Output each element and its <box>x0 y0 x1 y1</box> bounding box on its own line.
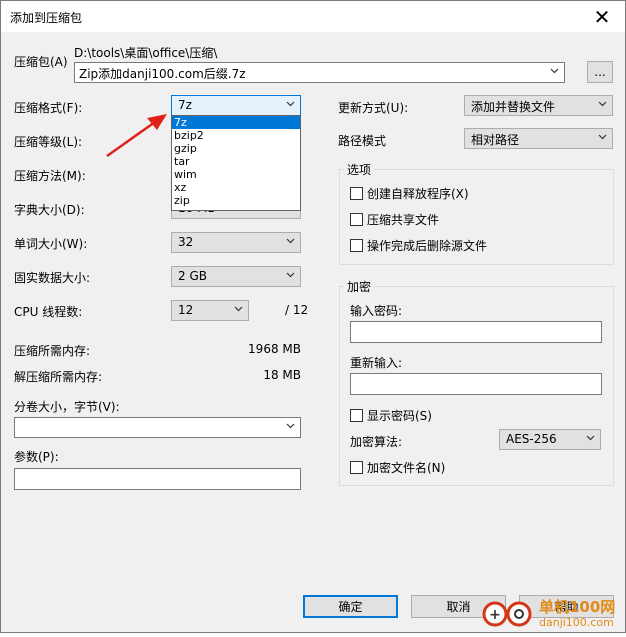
level-label: 压缩等级(L): <box>14 135 83 149</box>
dropdown-item[interactable]: gzip <box>172 142 300 155</box>
mem-compress-value: 1968 MB <box>248 342 301 356</box>
chevron-down-icon <box>234 306 243 312</box>
sfx-label: 创建自释放程序(X) <box>367 187 469 201</box>
path-mode-select[interactable]: 相对路径 <box>464 128 613 149</box>
checkbox-icon <box>350 239 363 252</box>
watermark-text-cn: 单机100网 <box>539 598 616 616</box>
chevron-down-icon <box>286 423 295 429</box>
update-value: 添加并替换文件 <box>471 100 556 114</box>
window-title: 添加到压缩包 <box>10 11 83 25</box>
archive-name-value: Zip添加danji100.com后缀.7z <box>79 67 246 81</box>
checkbox-icon <box>350 409 363 422</box>
chevron-down-icon <box>286 238 295 244</box>
dropdown-item[interactable]: xz <box>172 181 300 194</box>
chevron-down-icon <box>286 101 295 107</box>
password-label: 输入密码: <box>350 304 403 318</box>
checkbox-icon <box>350 187 363 200</box>
split-label: 分卷大小，字节(V): <box>14 400 120 414</box>
repeat-password-input[interactable] <box>350 373 602 395</box>
dropdown-item[interactable]: wim <box>172 168 300 181</box>
delete-checkbox[interactable]: 操作完成后删除源文件 <box>350 237 487 254</box>
dropdown-item[interactable]: zip <box>172 194 300 207</box>
path-mode-label: 路径模式 <box>338 134 387 148</box>
format-dropdown-list: 7z bzip2 gzip tar wim xz zip <box>171 115 301 211</box>
title-bar: 添加到压缩包 ✕ <box>1 1 625 32</box>
dropdown-item[interactable]: 7z <box>172 116 300 129</box>
dict-label: 字典大小(D): <box>14 203 85 217</box>
mem-decompress-value: 18 MB <box>263 368 301 382</box>
show-password-label: 显示密码(S) <box>367 409 432 423</box>
encrypt-names-label: 加密文件名(N) <box>367 461 446 475</box>
ok-button[interactable]: 确定 <box>303 595 398 618</box>
path-mode-value: 相对路径 <box>471 133 520 147</box>
cpu-value: 12 <box>178 303 194 317</box>
dropdown-item[interactable]: tar <box>172 155 300 168</box>
annotation-arrow-icon <box>106 114 167 158</box>
archive-path: D:\tools\桌面\office\压缩\ <box>74 46 218 60</box>
chevron-down-icon <box>286 272 295 278</box>
update-select[interactable]: 添加并替换文件 <box>464 95 613 116</box>
chevron-down-icon <box>598 134 607 140</box>
word-select[interactable]: 32 <box>171 232 301 253</box>
cpu-total: / 12 <box>285 303 309 317</box>
encryption-title: 加密 <box>344 278 375 295</box>
params-label: 参数(P): <box>14 450 59 464</box>
password-input[interactable] <box>350 321 602 343</box>
word-value: 32 <box>178 235 194 249</box>
format-value: 7z <box>178 98 192 112</box>
mem-decompress-label: 解压缩所需内存: <box>14 370 103 384</box>
checkbox-icon <box>350 461 363 474</box>
delete-label: 操作完成后删除源文件 <box>367 239 488 253</box>
watermark-logo: + 单机100网 danji100.com <box>481 594 626 634</box>
update-label: 更新方式(U): <box>338 101 409 115</box>
dropdown-item[interactable]: bzip2 <box>172 129 300 142</box>
svg-text:+: + <box>489 607 501 623</box>
browse-button[interactable]: ... <box>587 61 613 83</box>
archive-label: 压缩包(A) <box>14 55 68 69</box>
word-label: 单词大小(W): <box>14 237 88 251</box>
sfx-checkbox[interactable]: 创建自释放程序(X) <box>350 185 469 202</box>
params-input[interactable] <box>14 468 301 490</box>
close-icon[interactable]: ✕ <box>579 1 625 32</box>
shared-label: 压缩共享文件 <box>367 213 440 227</box>
add-to-archive-dialog: 添加到压缩包 ✕ 压缩包(A) D:\tools\桌面\office\压缩\ Z… <box>0 0 626 633</box>
show-password-checkbox[interactable]: 显示密码(S) <box>350 407 432 424</box>
archive-name-combo[interactable]: Zip添加danji100.com后缀.7z <box>74 62 565 83</box>
cpu-select[interactable]: 12 <box>171 300 249 321</box>
solid-select[interactable]: 2 GB <box>171 266 301 287</box>
chevron-down-icon <box>586 435 595 441</box>
algorithm-select[interactable]: AES-256 <box>499 429 601 450</box>
options-title: 选项 <box>344 161 375 178</box>
algorithm-value: AES-256 <box>506 432 557 446</box>
format-select[interactable]: 7z <box>171 95 301 116</box>
chevron-down-icon <box>550 68 559 74</box>
repeat-password-label: 重新输入: <box>350 356 403 370</box>
chevron-down-icon <box>598 101 607 107</box>
method-label: 压缩方法(M): <box>14 169 86 183</box>
format-label: 压缩格式(F): <box>14 101 83 115</box>
watermark-text-url: danji100.com <box>539 616 614 629</box>
encrypt-names-checkbox[interactable]: 加密文件名(N) <box>350 459 445 476</box>
shared-checkbox[interactable]: 压缩共享文件 <box>350 211 439 228</box>
cpu-label: CPU 线程数: <box>14 305 83 319</box>
mem-compress-label: 压缩所需内存: <box>14 344 91 358</box>
checkbox-icon <box>350 213 363 226</box>
split-combo[interactable] <box>14 417 301 438</box>
solid-label: 固实数据大小: <box>14 271 91 285</box>
algorithm-label: 加密算法: <box>350 435 403 449</box>
solid-value: 2 GB <box>178 269 207 283</box>
